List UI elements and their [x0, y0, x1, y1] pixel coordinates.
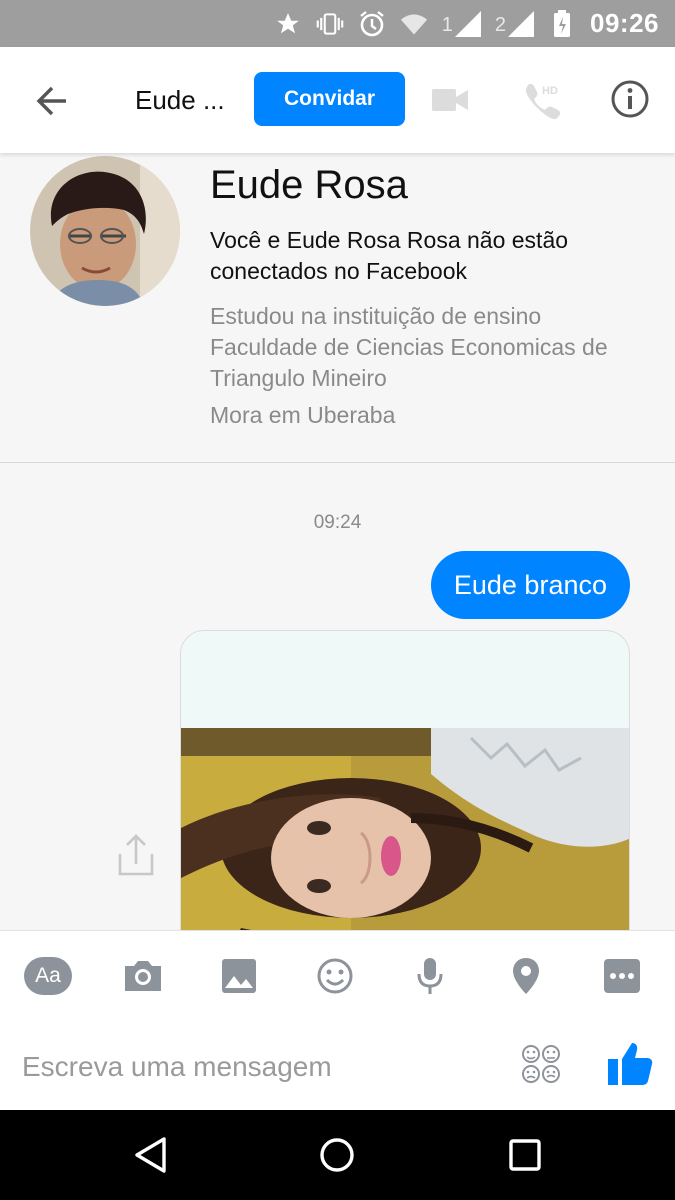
- hd-call-button[interactable]: HD: [520, 79, 564, 123]
- nav-back-button[interactable]: [129, 1132, 175, 1178]
- nav-recents-button[interactable]: [502, 1132, 548, 1178]
- info-button[interactable]: [610, 79, 650, 119]
- text-format-icon: Aa: [24, 957, 72, 995]
- share-icon: [118, 834, 154, 876]
- star-icon: [274, 10, 302, 38]
- gallery-icon: [222, 959, 256, 993]
- location-button[interactable]: [501, 953, 551, 999]
- camera-icon: [125, 961, 161, 991]
- message-timestamp: 09:24: [313, 512, 362, 533]
- location-icon: [513, 958, 539, 994]
- camera-button[interactable]: [118, 953, 168, 999]
- back-arrow-icon: [36, 86, 66, 116]
- shared-photo[interactable]: [181, 728, 630, 930]
- hd-call-icon: HD: [525, 83, 561, 120]
- signal-sim1: 1: [442, 10, 481, 37]
- signal-icon: [454, 10, 481, 37]
- stickers-button[interactable]: [520, 1043, 564, 1087]
- microphone-button[interactable]: [405, 953, 455, 999]
- status-bar: 1 2 09:26: [0, 0, 675, 47]
- conversation-title[interactable]: Eude ...: [135, 85, 245, 116]
- alarm-icon: [358, 10, 386, 38]
- message-thread[interactable]: 09:24 Eude branco: [0, 464, 675, 930]
- sent-message-bubble[interactable]: Eude branco: [430, 551, 630, 619]
- battery-icon: [548, 9, 576, 38]
- recents-square-icon: [509, 1139, 541, 1171]
- stickers-icon: [522, 1045, 560, 1083]
- video-call-icon: [432, 89, 468, 111]
- nav-home-button[interactable]: [314, 1132, 360, 1178]
- composer-toolbar: Aa: [0, 953, 675, 999]
- message-input[interactable]: [22, 1039, 492, 1095]
- location-info: Mora em Uberaba: [210, 402, 396, 428]
- status-time: 09:26: [590, 8, 659, 38]
- share-button[interactable]: [116, 832, 156, 878]
- back-button[interactable]: [32, 81, 72, 121]
- more-icon: [604, 959, 640, 993]
- education-info: Estudou na instituição de ensino Faculda…: [210, 303, 608, 391]
- microphone-icon: [417, 958, 443, 994]
- like-icon: [608, 1043, 653, 1085]
- gallery-button[interactable]: [214, 953, 264, 999]
- contact-name: Eude Rosa: [210, 163, 408, 207]
- home-circle-icon: [320, 1138, 354, 1172]
- message-composer: Aa: [0, 930, 675, 1110]
- system-navigation-bar: [0, 1110, 675, 1200]
- like-button[interactable]: [606, 1039, 654, 1089]
- invite-button[interactable]: Convidar: [254, 72, 405, 126]
- conversation-toolbar: Eude ... Convidar HD: [0, 47, 675, 153]
- contact-profile: Eude Rosa Você e Eude Rosa Rosa não estã…: [0, 153, 675, 463]
- back-triangle-icon: [135, 1137, 166, 1173]
- signal-icon: [508, 10, 534, 37]
- video-call-button[interactable]: [430, 83, 470, 117]
- svg-text:HD: HD: [542, 85, 558, 97]
- signal-sim2: 2: [495, 10, 534, 37]
- wifi-icon: [400, 10, 428, 38]
- image-message[interactable]: [180, 630, 630, 930]
- emoji-icon: [317, 958, 353, 994]
- emoji-button[interactable]: [310, 953, 360, 999]
- info-icon: [611, 80, 649, 118]
- text-format-button[interactable]: Aa: [23, 953, 73, 999]
- connection-status: Você e Eude Rosa Rosa não estão conectad…: [210, 227, 569, 284]
- avatar[interactable]: [30, 156, 180, 306]
- vibrate-icon: [316, 10, 344, 38]
- more-button[interactable]: [597, 953, 647, 999]
